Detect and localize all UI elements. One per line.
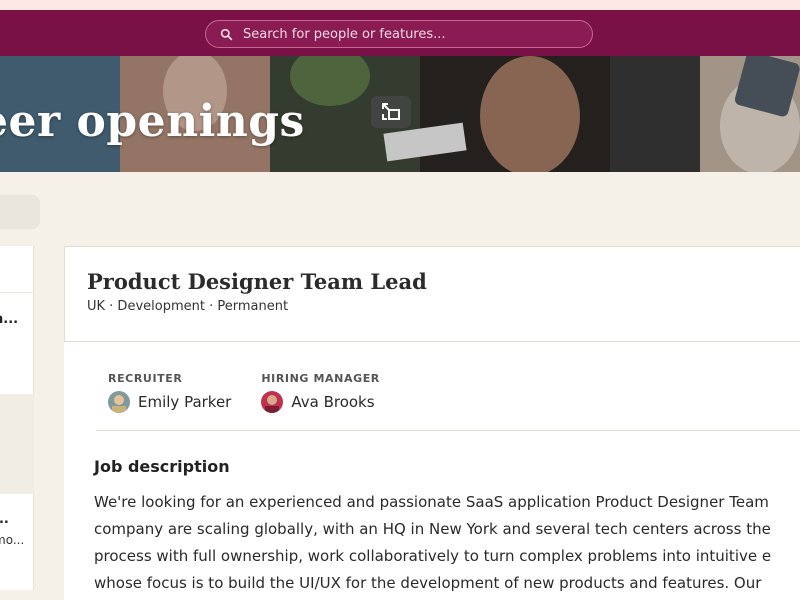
job-title: Product Designer Team Lead — [87, 269, 427, 294]
hiring-manager: HIRING MANAGER Ava Brooks — [261, 372, 380, 413]
recruiter-avatar[interactable] — [108, 391, 130, 413]
hiring-manager-name[interactable]: Ava Brooks — [291, 393, 374, 411]
list-item-subtitle: mo... — [0, 533, 25, 547]
list-item-highlight — [0, 394, 34, 494]
job-meta: UK · Development · Permanent — [87, 299, 289, 314]
description-heading: Job description — [94, 457, 230, 476]
recruiter: RECRUITER Emily Parker — [108, 372, 231, 413]
hiring-manager-avatar[interactable] — [261, 391, 284, 413]
list-item-title: ... — [0, 512, 9, 527]
top-bar — [0, 10, 800, 56]
section-divider — [96, 430, 800, 431]
description-line: process with full ownership, work collab… — [94, 547, 772, 565]
search-icon — [220, 28, 233, 40]
list-item[interactable]: n... — [0, 312, 28, 327]
description-line: We're looking for an experienced and pas… — [94, 493, 769, 511]
recruiter-name[interactable]: Emily Parker — [138, 393, 231, 411]
description-text: We're looking for an experienced and pas… — [94, 489, 800, 597]
list-item[interactable]: ... mo... — [0, 512, 28, 547]
description-line: company are scaling globally, with an HQ… — [94, 520, 771, 538]
search-box[interactable] — [205, 20, 593, 48]
expand-button[interactable] — [371, 96, 411, 128]
list-item-title: n... — [0, 312, 19, 327]
job-details: RECRUITER Emily Parker HIRING MANAGER Av… — [64, 342, 800, 600]
job-list: t n... ... mo... — [0, 246, 34, 590]
list-item-title: t — [0, 258, 28, 273]
top-strip — [0, 0, 800, 10]
filter-pill[interactable] — [0, 195, 40, 229]
recruiter-label: RECRUITER — [108, 372, 183, 385]
description-line: whose focus is to build the UI/UX for th… — [94, 574, 762, 592]
list-item[interactable]: t — [0, 258, 28, 273]
search-input[interactable] — [243, 26, 563, 42]
people-section: RECRUITER Emily Parker HIRING MANAGER Av… — [108, 372, 380, 413]
page-title: eer openings — [0, 96, 305, 147]
expand-icon — [382, 103, 400, 120]
job-header-card: Product Designer Team Lead UK · Developm… — [64, 246, 800, 342]
hiring-manager-label: HIRING MANAGER — [261, 372, 380, 385]
hero-banner: eer openings — [0, 56, 800, 172]
list-divider — [0, 292, 34, 293]
